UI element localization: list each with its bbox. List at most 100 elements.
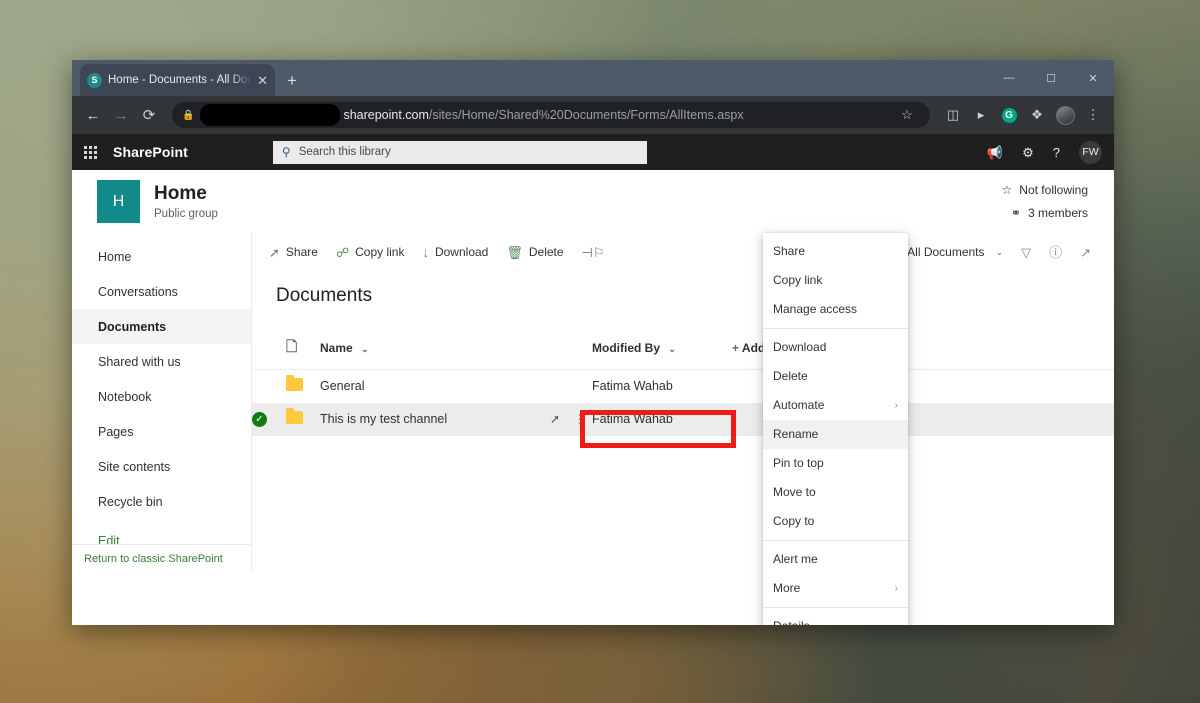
- menu-item-delete[interactable]: Delete: [763, 362, 908, 391]
- return-to-classic-sharepoint-link[interactable]: Return to classic SharePoint: [72, 544, 251, 572]
- site-subtitle: Public group: [154, 208, 218, 220]
- row-select-checkbox[interactable]: ✓: [252, 403, 286, 436]
- row-modified-by: Fatima Wahab: [592, 370, 732, 403]
- close-tab-icon[interactable]: ✕: [257, 74, 268, 87]
- megaphone-icon[interactable]: 📢: [987, 146, 1003, 159]
- menu-item-share[interactable]: Share: [763, 237, 908, 266]
- sidebar-item-conversations[interactable]: Conversations: [72, 274, 251, 309]
- site-header: H Home Public group ☆ Not following ⚭ 3 …: [72, 170, 1114, 233]
- browser-toolbar: ← → ⟳ 🔒 sharepoint.com/sites/Home/Shared…: [72, 96, 1114, 134]
- document-library: ➚ Share ☍ Copy link ↓ Download 🗑 Delete …: [252, 233, 1114, 572]
- minimize-button[interactable]: —: [988, 60, 1030, 96]
- menu-item-label: Delete: [773, 369, 808, 383]
- column-name[interactable]: Name ⌄: [320, 329, 592, 370]
- help-icon[interactable]: ?: [1053, 146, 1060, 159]
- row-select-checkbox[interactable]: [252, 370, 286, 403]
- column-select[interactable]: [252, 329, 286, 370]
- chevron-down-icon: ⌄: [361, 344, 369, 354]
- row-name[interactable]: This is my test channel ➚ ⋮: [320, 403, 592, 436]
- profile-avatar[interactable]: [1052, 102, 1078, 128]
- address-bar[interactable]: 🔒 sharepoint.com/sites/Home/Shared%20Doc…: [172, 102, 930, 128]
- menu-item-move-to[interactable]: Move to: [763, 478, 908, 507]
- user-avatar[interactable]: FW: [1079, 141, 1102, 164]
- file-list-table: 🗋 Name ⌄ Modified By ⌄ + Add column: [252, 329, 1114, 436]
- members-button[interactable]: ⚭ 3 members: [1002, 206, 1088, 220]
- sidebar-item-shared-with-us[interactable]: Shared with us: [72, 344, 251, 379]
- column-file-type[interactable]: 🗋: [286, 329, 320, 370]
- sharepoint-brand-label[interactable]: SharePoint: [113, 144, 188, 160]
- download-label: Download: [435, 245, 488, 259]
- menu-item-copy-link[interactable]: Copy link: [763, 266, 908, 295]
- expand-icon: ↗: [1080, 246, 1091, 259]
- filter-button[interactable]: ▽: [1012, 237, 1040, 267]
- trash-icon: 🗑: [506, 246, 523, 259]
- pin-icon: ⊣⚐: [582, 246, 605, 259]
- menu-item-label: More: [773, 581, 800, 595]
- sidebar-item-recycle-bin[interactable]: Recycle bin: [72, 484, 251, 519]
- new-tab-button[interactable]: +: [287, 72, 297, 89]
- sidebar-item-site-contents[interactable]: Site contents: [72, 449, 251, 484]
- lock-icon: 🔒: [182, 110, 194, 121]
- menu-item-more[interactable]: More ›: [763, 574, 908, 603]
- chevron-right-icon: ›: [895, 583, 898, 594]
- members-label: 3 members: [1028, 206, 1088, 220]
- table-row[interactable]: General Fatima Wahab: [252, 370, 1114, 403]
- file-list-header: 🗋 Name ⌄ Modified By ⌄ + Add column: [252, 329, 1114, 370]
- forward-button[interactable]: →: [108, 102, 134, 128]
- column-modified-by[interactable]: Modified By ⌄: [592, 329, 732, 370]
- app-launcher-waffle-icon[interactable]: [84, 146, 97, 159]
- search-input[interactable]: ⚲ Search this library: [273, 141, 647, 164]
- menu-item-label: Copy link: [773, 273, 822, 287]
- file-icon: 🗋: [286, 338, 297, 354]
- menu-item-label: Alert me: [773, 552, 818, 566]
- suite-bar-actions: 📢 ⚙ ? FW: [987, 141, 1102, 164]
- gear-icon[interactable]: ⚙: [1022, 146, 1034, 159]
- maximize-button[interactable]: ☐: [1030, 60, 1072, 96]
- copy-link-button[interactable]: ☍ Copy link: [327, 237, 414, 267]
- grammarly-icon[interactable]: G: [996, 102, 1022, 128]
- menu-divider: [763, 607, 908, 608]
- follow-button[interactable]: ☆ Not following: [1002, 183, 1088, 197]
- sidebar-item-pages[interactable]: Pages: [72, 414, 251, 449]
- row-modified-by: Fatima Wahab: [592, 403, 732, 436]
- bookmark-star-icon[interactable]: ☆: [894, 102, 920, 128]
- menu-divider: [763, 540, 908, 541]
- menu-item-label: Manage access: [773, 302, 857, 316]
- menu-item-automate[interactable]: Automate ›: [763, 391, 908, 420]
- info-icon: ⓘ: [1049, 246, 1062, 259]
- menu-item-alert-me[interactable]: Alert me: [763, 545, 908, 574]
- sidebar-item-notebook[interactable]: Notebook: [72, 379, 251, 414]
- site-header-actions: ☆ Not following ⚭ 3 members: [1002, 183, 1090, 220]
- sidebar-item-documents[interactable]: Documents: [72, 309, 251, 344]
- plus-icon: +: [732, 341, 739, 355]
- row-share-icon[interactable]: ➚: [550, 412, 560, 426]
- sidebar-item-home[interactable]: Home: [72, 239, 251, 274]
- delete-button[interactable]: 🗑 Delete: [497, 237, 572, 267]
- table-row[interactable]: ✓ This is my test channel ➚ ⋮: [252, 403, 1114, 436]
- copy-link-label: Copy link: [355, 245, 404, 259]
- expand-button[interactable]: ↗: [1071, 237, 1100, 267]
- row-name[interactable]: General: [320, 370, 592, 403]
- profile-avatar-image: [1056, 106, 1075, 125]
- share-button[interactable]: ➚ Share: [260, 237, 327, 267]
- close-window-button[interactable]: ✕: [1072, 60, 1114, 96]
- note-icon[interactable]: ▸: [968, 102, 994, 128]
- cookie-jar-icon[interactable]: ◫: [940, 102, 966, 128]
- menu-item-download[interactable]: Download: [763, 333, 908, 362]
- menu-item-pin-to-top[interactable]: Pin to top: [763, 449, 908, 478]
- details-info-button[interactable]: ⓘ: [1040, 237, 1071, 267]
- address-bar-url: sharepoint.com/sites/Home/Shared%20Docum…: [343, 108, 743, 122]
- menu-item-rename[interactable]: Rename: [763, 420, 908, 449]
- row-more-icon[interactable]: ⋮: [574, 412, 586, 426]
- browser-tab[interactable]: S Home - Documents - All Docume ✕: [80, 64, 275, 96]
- extensions-puzzle-icon[interactable]: ❖: [1024, 102, 1050, 128]
- menu-item-label: Pin to top: [773, 456, 824, 470]
- browser-menu-icon[interactable]: ⋮: [1080, 102, 1106, 128]
- reload-button[interactable]: ⟳: [136, 102, 162, 128]
- back-button[interactable]: ←: [80, 102, 106, 128]
- menu-item-manage-access[interactable]: Manage access: [763, 295, 908, 324]
- menu-item-copy-to[interactable]: Copy to: [763, 507, 908, 536]
- pin-to-top-button[interactable]: ⊣⚐: [573, 237, 614, 267]
- download-button[interactable]: ↓ Download: [413, 237, 497, 267]
- menu-item-details[interactable]: Details: [763, 612, 908, 626]
